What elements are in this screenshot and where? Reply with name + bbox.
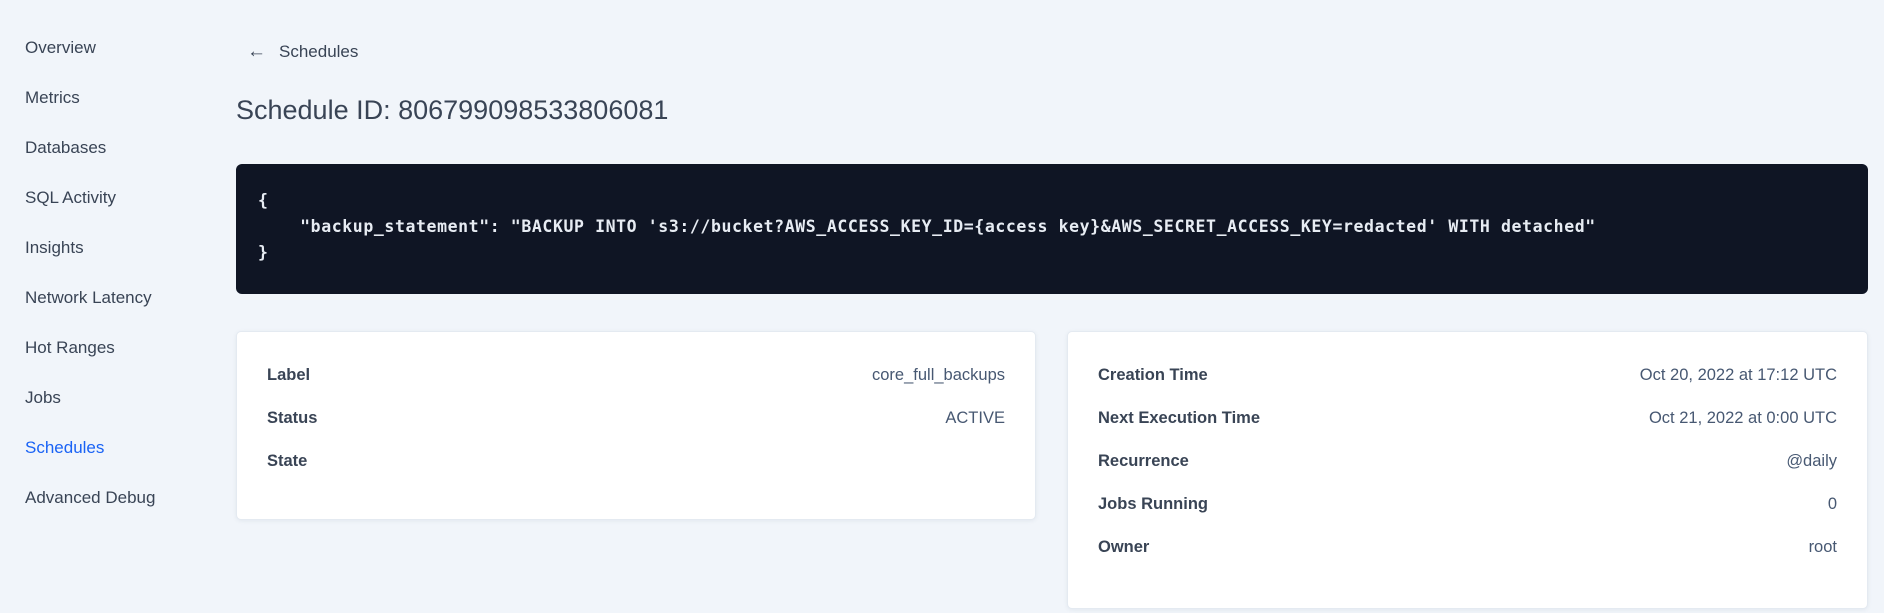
sidebar-item-advanced-debug[interactable]: Advanced Debug bbox=[0, 473, 236, 523]
detail-value: 0 bbox=[1827, 494, 1837, 513]
detail-value: ACTIVE bbox=[945, 408, 1005, 427]
sidebar-item-metrics[interactable]: Metrics bbox=[0, 73, 236, 123]
main-content: ← Schedules Schedule ID: 806799098533806… bbox=[236, 0, 1868, 609]
detail-value: root bbox=[1808, 537, 1837, 556]
sidebar-item-network-latency[interactable]: Network Latency bbox=[0, 273, 236, 323]
detail-row: Next Execution Time Oct 21, 2022 at 0:00… bbox=[1098, 407, 1837, 429]
detail-row: Recurrence @daily bbox=[1098, 450, 1837, 472]
detail-label: Recurrence bbox=[1098, 451, 1189, 470]
detail-value: core_full_backups bbox=[872, 365, 1005, 384]
back-link-label: Schedules bbox=[279, 42, 359, 61]
sidebar-item-overview[interactable]: Overview bbox=[0, 23, 236, 73]
page-title: Schedule ID: 806799098533806081 bbox=[236, 94, 669, 125]
schedule-execution-card: Creation Time Oct 20, 2022 at 17:12 UTC … bbox=[1067, 330, 1868, 609]
detail-label: Creation Time bbox=[1098, 365, 1208, 384]
detail-row: State bbox=[267, 450, 1005, 472]
detail-row: Label core_full_backups bbox=[267, 364, 1005, 386]
detail-label: Next Execution Time bbox=[1098, 408, 1260, 427]
detail-label: Owner bbox=[1098, 537, 1150, 556]
backup-statement-code-block: { "backup_statement": "BACKUP INTO 's3:/… bbox=[236, 163, 1868, 294]
sidebar: Overview Metrics Databases SQL Activity … bbox=[0, 0, 236, 523]
back-to-schedules-link[interactable]: ← Schedules bbox=[247, 42, 358, 62]
detail-cards: Label core_full_backups Status ACTIVE St… bbox=[236, 330, 1868, 609]
arrow-left-icon: ← bbox=[247, 40, 266, 62]
detail-label: State bbox=[267, 451, 308, 470]
detail-value: Oct 21, 2022 at 0:00 UTC bbox=[1648, 408, 1837, 427]
sidebar-item-sql-activity[interactable]: SQL Activity bbox=[0, 173, 236, 223]
detail-value: Oct 20, 2022 at 17:12 UTC bbox=[1639, 365, 1837, 384]
detail-row: Jobs Running 0 bbox=[1098, 493, 1837, 515]
detail-label: Label bbox=[267, 365, 311, 384]
sidebar-item-jobs[interactable]: Jobs bbox=[0, 373, 236, 423]
detail-row: Owner root bbox=[1098, 536, 1837, 558]
schedule-summary-card: Label core_full_backups Status ACTIVE St… bbox=[236, 330, 1036, 520]
detail-row: Creation Time Oct 20, 2022 at 17:12 UTC bbox=[1098, 364, 1837, 386]
detail-value: @daily bbox=[1786, 451, 1837, 470]
sidebar-item-hot-ranges[interactable]: Hot Ranges bbox=[0, 323, 236, 373]
sidebar-item-insights[interactable]: Insights bbox=[0, 223, 236, 273]
sidebar-item-databases[interactable]: Databases bbox=[0, 123, 236, 173]
detail-label: Status bbox=[267, 408, 318, 427]
detail-row: Status ACTIVE bbox=[267, 407, 1005, 429]
detail-label: Jobs Running bbox=[1098, 494, 1208, 513]
sidebar-item-schedules[interactable]: Schedules bbox=[0, 423, 236, 473]
